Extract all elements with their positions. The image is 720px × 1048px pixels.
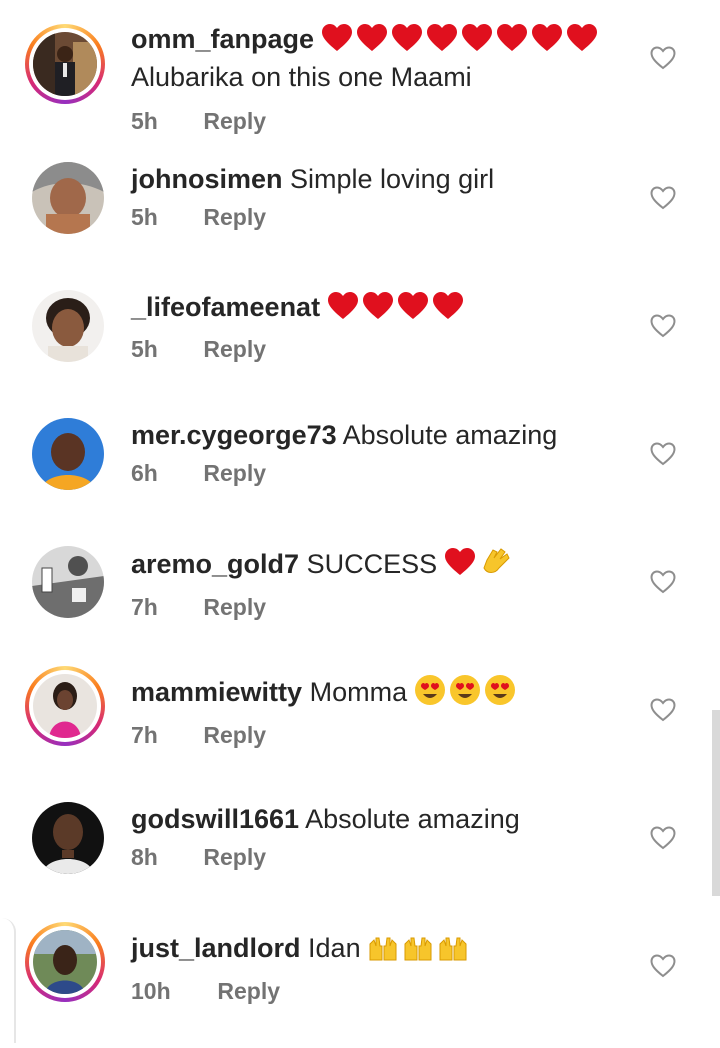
- avatar-photo: [32, 418, 104, 490]
- heart-outline-icon[interactable]: [650, 954, 676, 978]
- comment-time: 7h: [131, 594, 158, 620]
- comment-time: 7h: [131, 722, 158, 748]
- heart-outline-icon[interactable]: [650, 570, 676, 594]
- comment-text: Idan: [308, 933, 361, 964]
- avatar[interactable]: [32, 802, 104, 874]
- avatar[interactable]: [32, 290, 104, 362]
- comment-username[interactable]: godswill1661: [131, 804, 299, 834]
- heart-emoji-icon: [327, 292, 463, 319]
- comment-time: 6h: [131, 460, 158, 486]
- avatar[interactable]: [25, 922, 105, 1002]
- story-ring: [25, 922, 105, 1002]
- emoji-group: [321, 22, 602, 60]
- comment-time: 5h: [131, 204, 158, 230]
- scrollbar[interactable]: [712, 710, 720, 896]
- heart-outline-icon[interactable]: [650, 826, 676, 850]
- reply-button[interactable]: Reply: [203, 722, 266, 749]
- comment-item: godswill1661 Absolute amazing 8h Reply: [0, 792, 720, 920]
- avatar[interactable]: [32, 546, 104, 618]
- comment-item: johnosimen Simple loving girl 5h Reply: [0, 152, 720, 280]
- comment-item: omm_fanpage Alubarika on this one Maami …: [0, 0, 720, 152]
- raising-hands-emoji-icon: [369, 937, 467, 961]
- reply-button[interactable]: Reply: [203, 594, 266, 621]
- heart-eyes-emoji-icon: [414, 675, 515, 705]
- comment-username[interactable]: omm_fanpage: [131, 24, 314, 54]
- avatar-photo: [33, 930, 97, 994]
- comment-text: Absolute amazing: [305, 804, 520, 834]
- comment-text: Momma: [309, 677, 408, 708]
- comment-item: just_landlord Idan 10h Reply: [0, 920, 720, 1048]
- heart-outline-icon[interactable]: [650, 442, 676, 466]
- heart-outline-icon[interactable]: [650, 186, 676, 210]
- comment-item: mer.cygeorge73 Absolute amazing 6h Reply: [0, 408, 720, 536]
- story-ring: [25, 666, 105, 746]
- avatar-photo: [33, 674, 97, 738]
- comment-text: Alubarika on this one Maami: [131, 62, 472, 92]
- comment-username[interactable]: johnosimen: [131, 164, 283, 194]
- comment-item: mammiewitty Momma 7h Reply: [0, 664, 720, 792]
- comment-username[interactable]: mammiewitty: [131, 677, 302, 707]
- screen-edge-divider: [0, 918, 16, 1043]
- comment-item: _lifeofameenat 5h Reply: [0, 280, 720, 408]
- reply-button[interactable]: Reply: [217, 978, 280, 1005]
- reply-button[interactable]: Reply: [203, 204, 266, 231]
- comment-text: Absolute amazing: [342, 420, 558, 450]
- avatar-photo: [33, 32, 97, 96]
- avatar[interactable]: [25, 666, 105, 746]
- avatar-photo: [32, 290, 104, 362]
- comment-username[interactable]: _lifeofameenat: [131, 292, 320, 322]
- comment-username[interactable]: just_landlord: [131, 933, 301, 963]
- avatar[interactable]: [32, 418, 104, 490]
- avatar-photo: [32, 546, 104, 618]
- clapping-hands-icon: [483, 548, 510, 573]
- heart-outline-icon[interactable]: [650, 698, 676, 722]
- comment-text: SUCCESS: [306, 549, 438, 580]
- comment-text: Simple loving girl: [290, 164, 495, 194]
- comment-item: aremo_gold7 SUCCESS 7h Reply: [0, 536, 720, 664]
- emoji-group: [414, 674, 519, 714]
- reply-button[interactable]: Reply: [203, 460, 266, 487]
- comment-username[interactable]: mer.cygeorge73: [131, 420, 337, 450]
- emoji-group: [327, 290, 468, 328]
- avatar-photo: [32, 162, 104, 234]
- comment-time: 8h: [131, 844, 158, 870]
- heart-emoji-icon: [444, 548, 510, 575]
- story-ring: [25, 24, 105, 104]
- comment-time: 5h: [131, 336, 158, 362]
- comment-time: 10h: [131, 978, 171, 1004]
- reply-button[interactable]: Reply: [203, 108, 266, 135]
- comment-username[interactable]: aremo_gold7: [131, 549, 299, 579]
- comments-list: omm_fanpage Alubarika on this one Maami …: [0, 0, 720, 1048]
- comment-time: 5h: [131, 108, 158, 134]
- heart-outline-icon[interactable]: [650, 314, 676, 338]
- emoji-group: [368, 930, 472, 970]
- heart-emoji-icon: [321, 24, 597, 51]
- avatar[interactable]: [25, 24, 105, 104]
- avatar-photo: [32, 802, 104, 874]
- emoji-group: [444, 546, 513, 586]
- reply-button[interactable]: Reply: [203, 844, 266, 871]
- avatar[interactable]: [32, 162, 104, 234]
- reply-button[interactable]: Reply: [203, 336, 266, 363]
- heart-outline-icon[interactable]: [650, 46, 676, 70]
